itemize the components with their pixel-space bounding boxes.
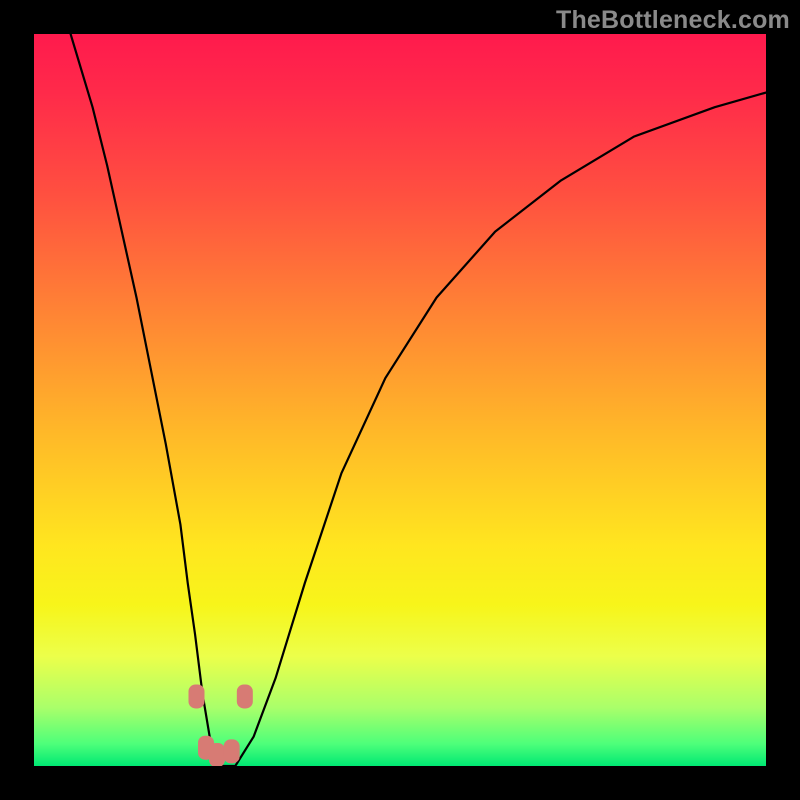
- chart-frame: TheBottleneck.com: [0, 0, 800, 800]
- watermark-text: TheBottleneck.com: [556, 6, 790, 35]
- curve-marker-3: [224, 739, 240, 763]
- chart-plot-area: [34, 34, 766, 766]
- bottleneck-curve: [71, 34, 766, 766]
- curve-marker-2: [209, 743, 225, 766]
- bottleneck-curve-path: [71, 34, 766, 766]
- chart-svg: [34, 34, 766, 766]
- curve-marker-0: [189, 684, 205, 708]
- curve-marker-4: [237, 684, 253, 708]
